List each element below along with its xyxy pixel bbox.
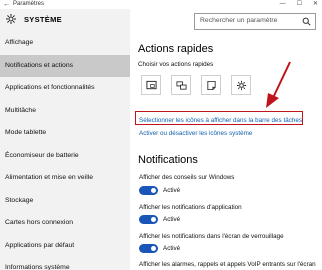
gear-icon: [6, 14, 16, 24]
quick-action-tile-3[interactable]: [201, 75, 221, 95]
notifications-title: Notifications: [138, 154, 198, 166]
sidebar: SYSTÈME Affichage Notifications et actio…: [0, 9, 130, 270]
back-arrow-icon[interactable]: ←: [3, 0, 10, 9]
toggle-lockscreen-notifications[interactable]: [139, 244, 158, 253]
sidebar-nav: Affichage Notifications et actions Appli…: [0, 32, 130, 270]
option-row-tips: Activé: [139, 186, 180, 195]
toggle-tips[interactable]: [139, 186, 158, 195]
sidebar-item-notifications[interactable]: Notifications et actions: [0, 54, 130, 77]
option-label-app-notifications: Afficher les notifications d'application: [139, 204, 242, 211]
sidebar-item-informations-systeme[interactable]: Informations système: [0, 257, 130, 270]
sidebar-item-economiseur-batterie[interactable]: Économiseur de batterie: [0, 145, 130, 168]
settings-icon: [236, 80, 246, 90]
maximize-button[interactable]: ☐: [297, 0, 302, 9]
sidebar-item-cartes[interactable]: Cartes hors connexion: [0, 212, 130, 235]
option-row-lockscreen-notifications: Activé: [139, 244, 180, 253]
title-bar: ← Paramètres — ☐ ✕: [0, 0, 322, 9]
toggle-tips-state: Activé: [163, 187, 181, 194]
option-row-app-notifications: Activé: [139, 215, 180, 224]
main-content: Actions rapides Choisir vos actions rapi…: [130, 9, 322, 270]
tablet-mode-icon: [145, 80, 157, 89]
toggle-app-notifications[interactable]: [139, 215, 158, 224]
sidebar-item-applications-defaut[interactable]: Applications par défaut: [0, 235, 130, 258]
project-icon: [176, 80, 186, 90]
minimize-button[interactable]: —: [280, 0, 286, 9]
sidebar-item-affichage[interactable]: Affichage: [0, 32, 130, 55]
sidebar-item-mode-tablette[interactable]: Mode tablette: [0, 122, 130, 145]
quick-action-tile-1[interactable]: [141, 75, 161, 95]
window-title: Paramètres: [13, 1, 45, 7]
sidebar-title: SYSTÈME: [24, 15, 62, 24]
option-label-tips: Afficher des conseils sur Windows: [139, 174, 235, 181]
sidebar-item-applications[interactable]: Applications et fonctionnalités: [0, 77, 130, 100]
close-button[interactable]: ✕: [313, 0, 318, 9]
quick-actions-subtitle: Choisir vos actions rapides: [138, 61, 214, 68]
sidebar-header: SYSTÈME: [0, 9, 130, 29]
highlight-box: [135, 111, 303, 125]
quick-action-tile-2[interactable]: [171, 75, 191, 95]
sidebar-item-multitache[interactable]: Multitâche: [0, 100, 130, 123]
toggle-system-icons-link[interactable]: Activer ou désactiver les icônes système: [139, 130, 252, 137]
toggle-app-notifications-state: Activé: [163, 216, 181, 223]
window-controls: — ☐ ✕: [280, 0, 318, 9]
quick-action-tile-4[interactable]: [231, 75, 251, 95]
option-label-alarms-reminders: Afficher les alarmes, rappels et appels …: [139, 261, 316, 268]
sidebar-item-stockage[interactable]: Stockage: [0, 190, 130, 213]
note-icon: [206, 80, 216, 90]
sidebar-item-alimentation[interactable]: Alimentation et mise en veille: [0, 167, 130, 190]
quick-actions-title: Actions rapides: [138, 43, 214, 55]
option-label-lockscreen-notifications: Afficher les notifications dans l'écran …: [139, 233, 284, 240]
toggle-lockscreen-notifications-state: Activé: [163, 245, 181, 252]
